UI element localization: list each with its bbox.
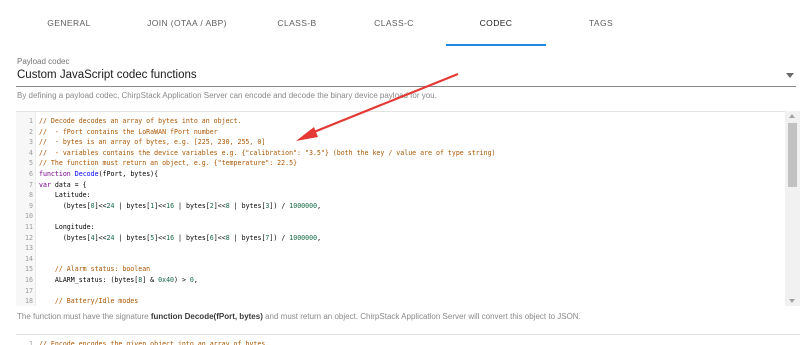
decode-code-line[interactable]: 15 // Alarm status: boolean: [16, 264, 784, 275]
payload-codec-select[interactable]: Custom JavaScript codec functions: [17, 69, 197, 81]
line-number: 1: [29, 117, 33, 125]
tab-join[interactable]: JOIN (OTAA / ABP): [122, 0, 252, 46]
decode-code-line[interactable]: 4 // - variables contains the device vari…: [16, 148, 784, 159]
line-number: 17: [25, 286, 33, 295]
code-text[interactable]: Longitude:: [39, 222, 95, 233]
code-text[interactable]: function Decode(fPort, bytes){: [39, 169, 158, 180]
code-text[interactable]: // Encode encodes the given object into …: [39, 339, 269, 345]
decode-code-editor[interactable]: 1 // Decode decodes an array of bytes int…: [16, 111, 800, 306]
encode-code-line[interactable]: 1 // Encode encodes the given object into…: [16, 339, 784, 345]
decode-code-line[interactable]: 1 // Decode decodes an array of bytes int…: [16, 116, 784, 127]
line-number: 10: [25, 212, 33, 221]
decode-code-line[interactable]: 18 // Battery/Idle modes: [16, 296, 784, 306]
decode-help-text: The function must have the signature fun…: [17, 312, 581, 321]
line-number: 5: [29, 159, 33, 168]
line-number: 13: [25, 244, 33, 253]
decode-code-line[interactable]: 10: [16, 211, 784, 222]
decode-code-line[interactable]: 7 var data = {: [16, 180, 784, 191]
decode-code-line[interactable]: 16 ALARM_status: (bytes[8] & 0x40) > 0,: [16, 275, 784, 286]
tab-bar: GENERAL JOIN (OTAA / ABP) CLASS-B CLASS-…: [0, 0, 800, 46]
code-text[interactable]: Latitude:: [39, 190, 91, 201]
scroll-up-icon[interactable]: [789, 114, 795, 118]
code-text[interactable]: // - fPort contains the LoRaWAN fPort nu…: [39, 127, 218, 138]
decode-code-line[interactable]: 14: [16, 254, 784, 265]
select-underline: [16, 86, 796, 87]
decode-code-line[interactable]: 13: [16, 243, 784, 254]
line-number: 18: [25, 297, 33, 306]
line-number: 12: [25, 233, 33, 242]
encode-code-editor[interactable]: 1 // Encode encodes the given object into…: [16, 334, 800, 345]
code-text[interactable]: // Decode decodes an array of bytes into…: [39, 116, 241, 127]
decode-code-line[interactable]: 3 // - bytes is an array of bytes, e.g. […: [16, 137, 784, 148]
decode-code-line[interactable]: 17: [16, 286, 784, 297]
tab-class-c[interactable]: CLASS-C: [342, 0, 446, 46]
editor-scrollbar[interactable]: [785, 111, 800, 306]
decode-code-line[interactable]: 6 function Decode(fPort, bytes){: [16, 169, 784, 180]
chevron-down-icon[interactable]: [786, 73, 794, 78]
scroll-down-icon[interactable]: [789, 299, 795, 303]
tab-codec[interactable]: CODEC: [446, 0, 546, 46]
decode-code-line[interactable]: 11 Longitude:: [16, 222, 784, 233]
line-number: 3: [29, 138, 33, 147]
line-number: 14: [25, 254, 33, 263]
decode-code-line[interactable]: 12 (bytes[4]<<24 | bytes[5]<<16 | bytes[…: [16, 233, 784, 244]
line-number: 1: [29, 340, 33, 345]
line-number: 6: [29, 170, 33, 178]
line-number: 16: [25, 276, 33, 284]
line-number: 15: [25, 265, 33, 274]
line-number: 8: [29, 191, 33, 200]
decode-code-line[interactable]: 8 Latitude:: [16, 190, 784, 201]
codec-help-text: By defining a payload codec, ChirpStack …: [17, 91, 437, 100]
tab-tags[interactable]: TAGS: [546, 0, 656, 46]
code-text[interactable]: // Battery/Idle modes: [39, 296, 138, 306]
decode-signature: function Decode(fPort, bytes): [150, 312, 263, 321]
decode-code-line[interactable]: 9 (bytes[0]<<24 | bytes[1]<<16 | bytes[2…: [16, 201, 784, 212]
line-number: 4: [29, 148, 33, 157]
line-number: 11: [25, 223, 33, 231]
code-text[interactable]: // The function must return an object, e…: [39, 158, 297, 169]
code-text[interactable]: ALARM_status: (bytes[8] & 0x40) > 0,: [39, 275, 198, 286]
payload-codec-label: Payload codec: [17, 57, 70, 66]
code-text[interactable]: // Alarm status: boolean: [39, 264, 150, 275]
code-text[interactable]: var data = {: [39, 180, 87, 191]
decode-code-line[interactable]: 5 // The function must return an object, …: [16, 158, 784, 169]
line-number: 2: [29, 127, 33, 136]
code-text[interactable]: // - bytes is an array of bytes, e.g. [2…: [39, 137, 265, 148]
tab-general[interactable]: GENERAL: [16, 0, 122, 46]
code-text[interactable]: (bytes[4]<<24 | bytes[5]<<16 | bytes[6]<…: [39, 233, 321, 244]
scrollbar-thumb[interactable]: [788, 123, 797, 187]
line-number: 7: [29, 180, 33, 189]
line-number: 9: [29, 201, 33, 210]
tab-class-b[interactable]: CLASS-B: [252, 0, 342, 46]
decode-code-line[interactable]: 2 // - fPort contains the LoRaWAN fPort n…: [16, 127, 784, 138]
code-text[interactable]: (bytes[0]<<24 | bytes[1]<<16 | bytes[2]<…: [39, 201, 321, 212]
code-text[interactable]: // - variables contains the device varia…: [39, 148, 496, 159]
